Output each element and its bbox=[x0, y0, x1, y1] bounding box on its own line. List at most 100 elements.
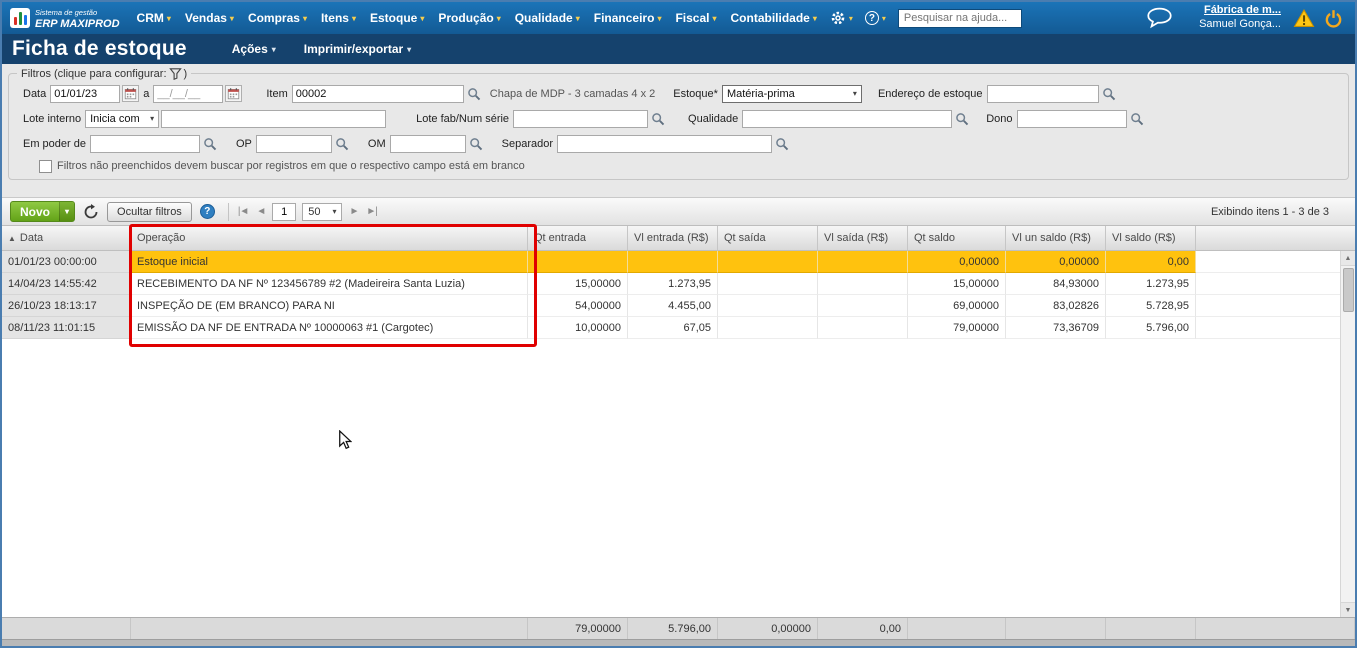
column-header-vl-entrada[interactable]: Vl entrada (R$) bbox=[628, 226, 718, 250]
date-to-input[interactable] bbox=[153, 85, 223, 103]
quality-input[interactable] bbox=[742, 110, 952, 128]
op-label: OP bbox=[236, 138, 252, 150]
search-icon[interactable] bbox=[1130, 112, 1144, 126]
search-icon[interactable] bbox=[335, 137, 349, 151]
search-icon[interactable] bbox=[203, 137, 217, 151]
help-menu[interactable]: ? ▾ bbox=[859, 11, 892, 25]
menu-crm[interactable]: CRM▾ bbox=[130, 2, 178, 34]
search-icon[interactable] bbox=[775, 137, 789, 151]
om-label: OM bbox=[368, 138, 386, 150]
search-icon[interactable] bbox=[469, 137, 483, 151]
table-row[interactable]: 08/11/23 11:01:15 EMISSÃO DA NF DE ENTRA… bbox=[2, 317, 1355, 339]
company-link[interactable]: Fábrica de m... bbox=[1199, 4, 1281, 18]
fab-lot-input[interactable] bbox=[513, 110, 648, 128]
pager-last-button[interactable]: ►| bbox=[362, 206, 381, 217]
held-by-input[interactable] bbox=[90, 135, 200, 153]
funnel-icon bbox=[169, 67, 182, 80]
chevron-down-icon: ▾ bbox=[332, 207, 336, 216]
menu-financeiro[interactable]: Financeiro▾ bbox=[587, 2, 669, 34]
menu-vendas[interactable]: Vendas▾ bbox=[178, 2, 241, 34]
table-row[interactable]: 01/01/23 00:00:00 Estoque inicial 0,0000… bbox=[2, 251, 1355, 273]
owner-input[interactable] bbox=[1017, 110, 1127, 128]
pager-next-button[interactable]: ► bbox=[345, 206, 362, 217]
cell-vl-saida bbox=[818, 251, 908, 273]
date-from-input[interactable] bbox=[50, 85, 120, 103]
cell-vl-saida bbox=[818, 295, 908, 317]
warning-icon[interactable] bbox=[1293, 9, 1315, 28]
user-box[interactable]: Fábrica de m... Samuel Gonça... bbox=[1199, 4, 1281, 32]
summary-vl-entrada: 5.796,00 bbox=[628, 618, 718, 639]
column-header-qt-saida[interactable]: Qt saída bbox=[718, 226, 818, 250]
menu-fiscal[interactable]: Fiscal▾ bbox=[668, 2, 723, 34]
summary-cell bbox=[1106, 618, 1196, 639]
menu-contabilidade[interactable]: Contabilidade▾ bbox=[724, 2, 824, 34]
column-header-vl-saldo[interactable]: Vl saldo (R$) bbox=[1106, 226, 1196, 250]
filters-legend[interactable]: Filtros (clique para configurar: ) bbox=[17, 67, 191, 80]
pager-size-select[interactable]: 50 ▾ bbox=[302, 203, 342, 221]
calendar-button[interactable] bbox=[225, 85, 242, 102]
pager-first-button[interactable]: |◄ bbox=[234, 206, 253, 217]
column-header-vl-saida[interactable]: Vl saída (R$) bbox=[818, 226, 908, 250]
items-range-info: Exibindo itens 1 - 3 de 3 bbox=[1211, 206, 1329, 218]
chevron-down-icon: ▾ bbox=[657, 14, 661, 23]
refresh-icon[interactable] bbox=[83, 204, 99, 220]
held-by-label: Em poder de bbox=[23, 138, 86, 150]
chevron-down-icon: ▾ bbox=[352, 14, 356, 23]
stock-label: Estoque* bbox=[673, 88, 718, 100]
stock-select[interactable]: Matéria-prima ▾ bbox=[722, 85, 862, 103]
pager-page-input[interactable] bbox=[272, 203, 296, 221]
op-input[interactable] bbox=[256, 135, 332, 153]
hide-filters-button[interactable]: Ocultar filtros bbox=[107, 202, 192, 222]
settings-menu[interactable]: ▾ bbox=[824, 10, 859, 26]
page-title-bar: Ficha de estoque Ações▾ Imprimir/exporta… bbox=[2, 34, 1355, 64]
blank-filter-checkbox[interactable] bbox=[39, 160, 52, 173]
print-export-menu[interactable]: Imprimir/exportar▾ bbox=[304, 42, 411, 56]
separator-input[interactable] bbox=[557, 135, 772, 153]
search-icon[interactable] bbox=[955, 112, 969, 126]
hide-filters-label: Ocultar filtros bbox=[117, 206, 182, 218]
cell-vl-saldo: 0,00 bbox=[1106, 251, 1196, 273]
search-icon[interactable] bbox=[467, 87, 481, 101]
menu-qualidade[interactable]: Qualidade▾ bbox=[508, 2, 587, 34]
table-row[interactable]: 14/04/23 14:55:42 RECEBIMENTO DA NF Nº 1… bbox=[2, 273, 1355, 295]
brand-logo-block[interactable]: Sistema de gestão ERP MAXIPROD bbox=[10, 6, 120, 30]
internal-lot-mode-select[interactable]: Inicia com ▾ bbox=[85, 110, 159, 128]
cell-vl-entrada: 4.455,00 bbox=[628, 295, 718, 317]
chat-bubble-icon[interactable] bbox=[1146, 7, 1173, 29]
item-description: Chapa de MDP - 3 camadas 4 x 2 bbox=[490, 88, 656, 100]
column-header-qt-saldo[interactable]: Qt saldo bbox=[908, 226, 1006, 250]
quality-label: Qualidade bbox=[688, 113, 738, 125]
menu-itens[interactable]: Itens▾ bbox=[314, 2, 363, 34]
column-header-operacao[interactable]: Operação bbox=[131, 226, 528, 250]
column-header-qt-entrada[interactable]: Qt entrada bbox=[528, 226, 628, 250]
menu-compras[interactable]: Compras▾ bbox=[241, 2, 314, 34]
search-icon[interactable] bbox=[1102, 87, 1116, 101]
calendar-button[interactable] bbox=[122, 85, 139, 102]
menu-producao[interactable]: Produção▾ bbox=[431, 2, 507, 34]
scrollbar-thumb[interactable] bbox=[1343, 268, 1354, 312]
vertical-scrollbar[interactable]: ▲ ▼ bbox=[1340, 251, 1355, 617]
power-logout-icon[interactable] bbox=[1324, 9, 1343, 28]
topnav-right-cluster: Fábrica de m... Samuel Gonça... bbox=[1146, 4, 1347, 32]
grid-help-icon[interactable]: ? bbox=[200, 204, 215, 219]
item-input[interactable] bbox=[292, 85, 464, 103]
om-input[interactable] bbox=[390, 135, 466, 153]
column-header-vl-un-saldo[interactable]: Vl un saldo (R$) bbox=[1006, 226, 1106, 250]
pager-prev-button[interactable]: ◄ bbox=[252, 206, 269, 217]
search-icon[interactable] bbox=[651, 112, 665, 126]
scroll-down-arrow-icon[interactable]: ▼ bbox=[1341, 602, 1356, 617]
scroll-up-arrow-icon[interactable]: ▲ bbox=[1341, 251, 1356, 266]
chevron-down-icon: ▾ bbox=[849, 14, 853, 23]
actions-menu[interactable]: Ações▾ bbox=[232, 42, 276, 56]
table-row[interactable]: 26/10/23 18:13:17 INSPEÇÃO DE (EM BRANCO… bbox=[2, 295, 1355, 317]
chevron-down-icon: ▾ bbox=[272, 45, 276, 54]
column-header-data[interactable]: ▲ Data bbox=[2, 226, 131, 250]
cell-data: 08/11/23 11:01:15 bbox=[2, 317, 131, 339]
menu-estoque[interactable]: Estoque▾ bbox=[363, 2, 431, 34]
stock-address-input[interactable] bbox=[987, 85, 1099, 103]
new-button-dropdown[interactable]: ▾ bbox=[59, 202, 74, 221]
internal-lot-input[interactable] bbox=[161, 110, 386, 128]
new-button[interactable]: Novo ▾ bbox=[10, 201, 75, 222]
brand-line2: ERP MAXIPROD bbox=[35, 18, 120, 30]
help-search-input[interactable] bbox=[898, 9, 1022, 28]
